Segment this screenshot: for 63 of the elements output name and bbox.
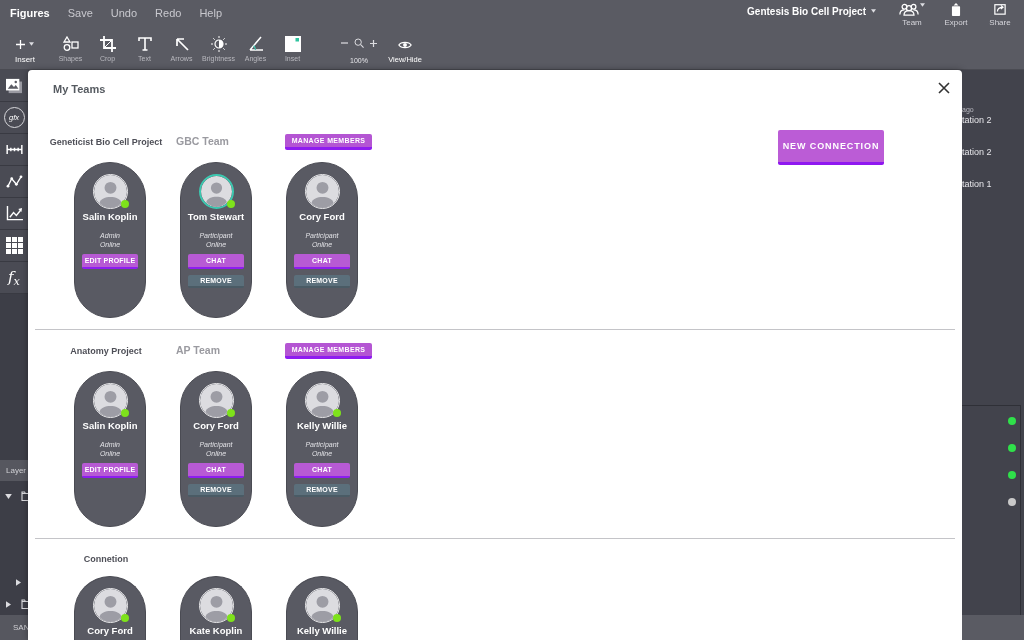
menu-item[interactable]: Help	[199, 7, 223, 20]
share-button[interactable]: Share	[978, 0, 1022, 28]
caret-down-icon	[29, 42, 34, 46]
layers-heading: Layer	[0, 460, 28, 481]
team-button[interactable]: Team	[890, 0, 934, 28]
close-icon[interactable]	[938, 82, 950, 94]
new-connection-button[interactable]: NEW CONNECTION	[778, 130, 884, 165]
folder-icon	[21, 491, 28, 501]
member-name: Kelly Willie	[296, 420, 348, 432]
people-icon	[899, 3, 919, 16]
plus-icon	[16, 39, 25, 49]
member-name: Cory Ford	[193, 420, 239, 432]
menu-item[interactable]: Undo	[110, 7, 138, 20]
insert-button[interactable]: Insert	[3, 27, 47, 64]
menu-item[interactable]: Redo	[155, 7, 182, 20]
caret-down-icon	[871, 9, 876, 13]
team-name: AP Team	[176, 344, 221, 357]
member-name: Cory Ford	[87, 625, 133, 637]
text-tool-icon	[136, 36, 153, 52]
zoom-in-button[interactable]	[370, 39, 377, 47]
footer-label: SAN	[0, 615, 28, 640]
bottom-bar	[962, 615, 1024, 640]
layer-item[interactable]: tation 2	[962, 146, 1024, 158]
share-icon	[994, 3, 1006, 15]
caret-right-icon[interactable]	[16, 578, 21, 586]
section-heading: Connetion	[82, 553, 130, 565]
image-icon[interactable]	[5, 77, 23, 94]
caret-right-icon[interactable]	[6, 600, 11, 608]
team-name: GBC Team	[176, 135, 230, 148]
app-title: Figures	[10, 7, 50, 20]
brightness-icon	[210, 36, 227, 52]
project-menu[interactable]: Gentesis Bio Cell Project	[747, 0, 876, 22]
caret-down-icon	[920, 3, 925, 7]
plus-icon	[370, 39, 377, 47]
angle-icon	[247, 36, 264, 52]
member-name: Salin Koplin	[82, 211, 138, 223]
layer-item[interactable]: tation 2	[962, 114, 1024, 126]
menu-item[interactable]: Save	[67, 7, 93, 20]
shapes-icon	[62, 36, 79, 52]
caret-down-icon[interactable]	[5, 493, 12, 499]
member-name: Cory Ford	[299, 211, 345, 223]
member-name: Kate Koplin	[189, 625, 243, 637]
project-name: Anatomy Project	[69, 345, 143, 357]
inset-icon	[284, 36, 301, 52]
function-symbol[interactable]: f$_{x}$	[8, 270, 20, 285]
ruler-icon[interactable]	[5, 144, 23, 155]
layer-item[interactable]: tation 1	[962, 178, 1024, 190]
grid-icon[interactable]	[5, 237, 23, 254]
folder-icon	[21, 599, 28, 609]
project-name: Geneticist Bio Cell Project	[48, 136, 164, 148]
polyline-icon[interactable]	[5, 175, 23, 188]
line-chart-icon[interactable]	[5, 206, 23, 221]
member-name: Tom Stewart	[187, 211, 245, 223]
upload-icon	[951, 3, 961, 16]
member-name: Kelly Willie	[296, 625, 348, 637]
minus-icon	[341, 42, 348, 44]
export-button[interactable]: Export	[934, 0, 978, 28]
crop-icon	[99, 36, 116, 52]
eye-icon	[398, 40, 412, 50]
member-name: Salin Koplin	[82, 420, 138, 432]
arrow-icon	[173, 36, 190, 52]
dialog-title: My Teams	[53, 83, 106, 95]
search-icon	[354, 38, 364, 48]
